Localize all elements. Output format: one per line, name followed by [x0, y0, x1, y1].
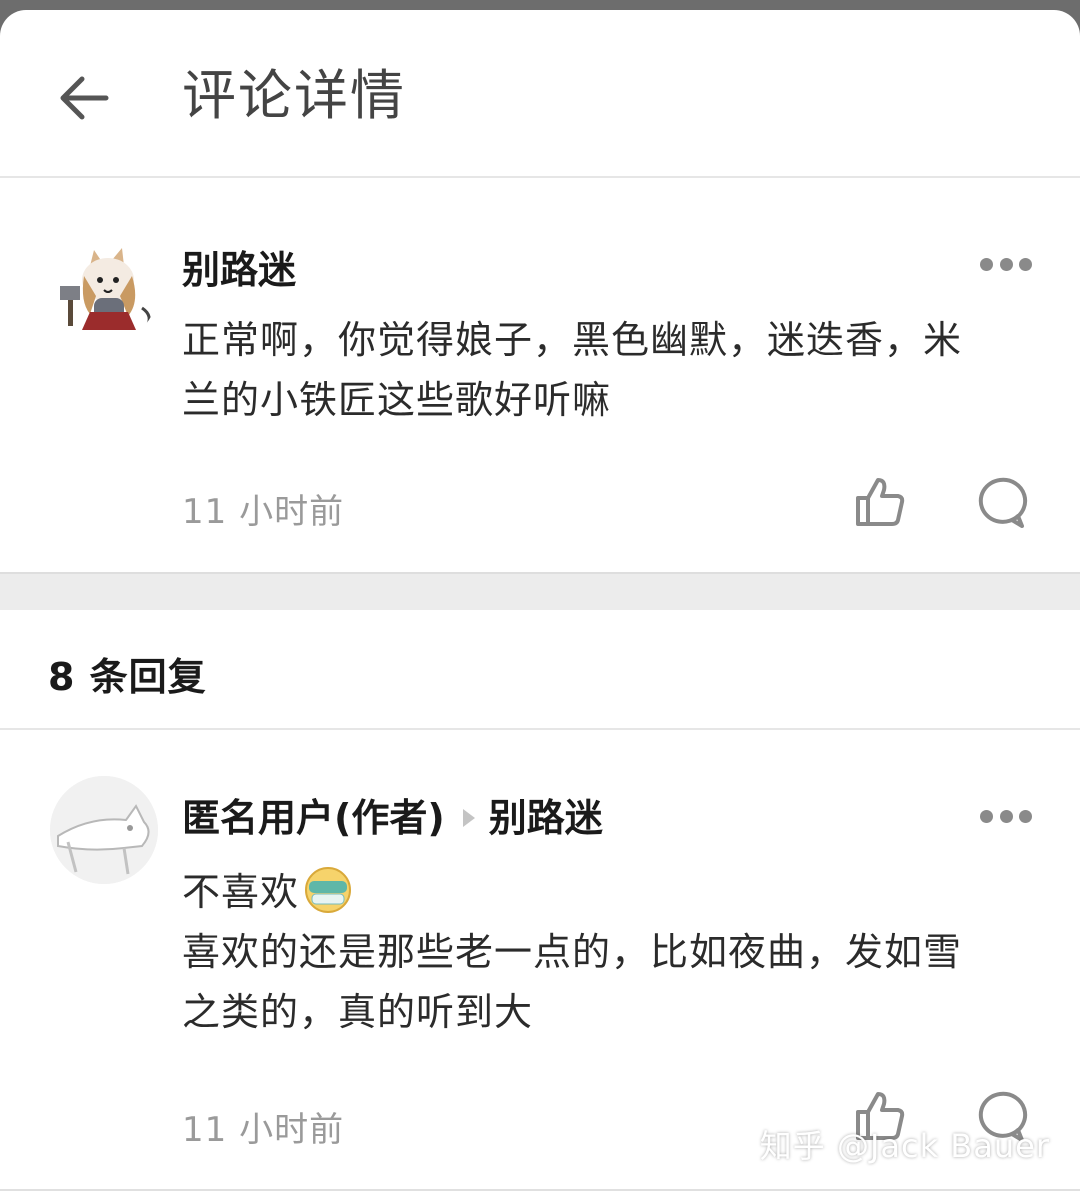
- avatar-cartoon-icon: [50, 236, 158, 344]
- comment-author[interactable]: 别路迷: [182, 242, 296, 298]
- reply-author[interactable]: 匿名用户(作者): [182, 790, 445, 846]
- comment-text-line: 兰的小铁匠这些歌好听嘛: [182, 378, 612, 422]
- replies-header: 8 条回复: [0, 608, 1080, 730]
- masked-face-emoji-icon: [303, 865, 353, 915]
- watermark: 知乎 @Jack Bauer: [759, 1127, 1050, 1165]
- root-comment: 别路迷 正常啊，你觉得娘子，黑色幽默，迷迭香，米 兰的小铁匠这些歌好听嘛 11 …: [0, 178, 1080, 572]
- comment-text-line: 正常啊，你觉得娘子，黑色幽默，迷迭香，米: [182, 318, 963, 362]
- bottom-divider: [0, 1189, 1080, 1191]
- page-title: 评论详情: [182, 64, 406, 127]
- reply-text-line: 之类的，真的听到大: [182, 990, 534, 1034]
- comment-bubble-icon: [978, 477, 1028, 528]
- reply-text: 不喜欢 喜欢的还是那些老一点的，比如夜曲，发如雪 之类的，真的听到大: [182, 862, 1032, 1042]
- thumbs-up-icon: [856, 478, 905, 526]
- like-button[interactable]: [852, 474, 908, 530]
- reply-button[interactable]: [972, 474, 1028, 530]
- avatar[interactable]: [50, 776, 158, 884]
- comment-text: 正常啊，你觉得娘子，黑色幽默，迷迭香，米 兰的小铁匠这些歌好听嘛: [182, 310, 1032, 430]
- reply-author-line: 匿名用户(作者) 别路迷: [182, 790, 603, 846]
- reply-time: 11 小时前: [182, 1110, 345, 1150]
- more-dots-icon: [980, 257, 993, 271]
- comment-time: 11 小时前: [182, 492, 345, 532]
- reply-target[interactable]: 别路迷: [489, 790, 603, 846]
- reply-to-arrow-icon: [462, 809, 475, 827]
- section-divider: [0, 572, 1080, 610]
- back-button[interactable]: [52, 66, 116, 130]
- reply-text-line: 喜欢的还是那些老一点的，比如夜曲，发如雪: [182, 930, 963, 974]
- reply-item: 匿名用户(作者) 别路迷 不喜欢 喜欢的还是那些老一点的，比如夜曲，发如雪 之类…: [0, 730, 1080, 1185]
- comment-author-line: 别路迷: [182, 242, 296, 298]
- more-options-button[interactable]: [980, 254, 1032, 274]
- comment-detail-sheet: 评论详情 别路迷 正常啊，你觉得娘子，黑色幽默，迷迭香，米 兰的小铁匠这些歌好听…: [0, 10, 1080, 1195]
- reply-count: 8 条回复: [48, 655, 207, 699]
- avatar[interactable]: [50, 236, 158, 344]
- more-dots-icon: [980, 809, 993, 823]
- reply-text-line: 不喜欢: [182, 862, 1032, 922]
- anonymous-avatar-icon: [50, 776, 158, 884]
- app-bar: 评论详情: [0, 10, 1080, 178]
- arrow-left-icon: [60, 76, 109, 120]
- more-options-button[interactable]: [980, 806, 1032, 826]
